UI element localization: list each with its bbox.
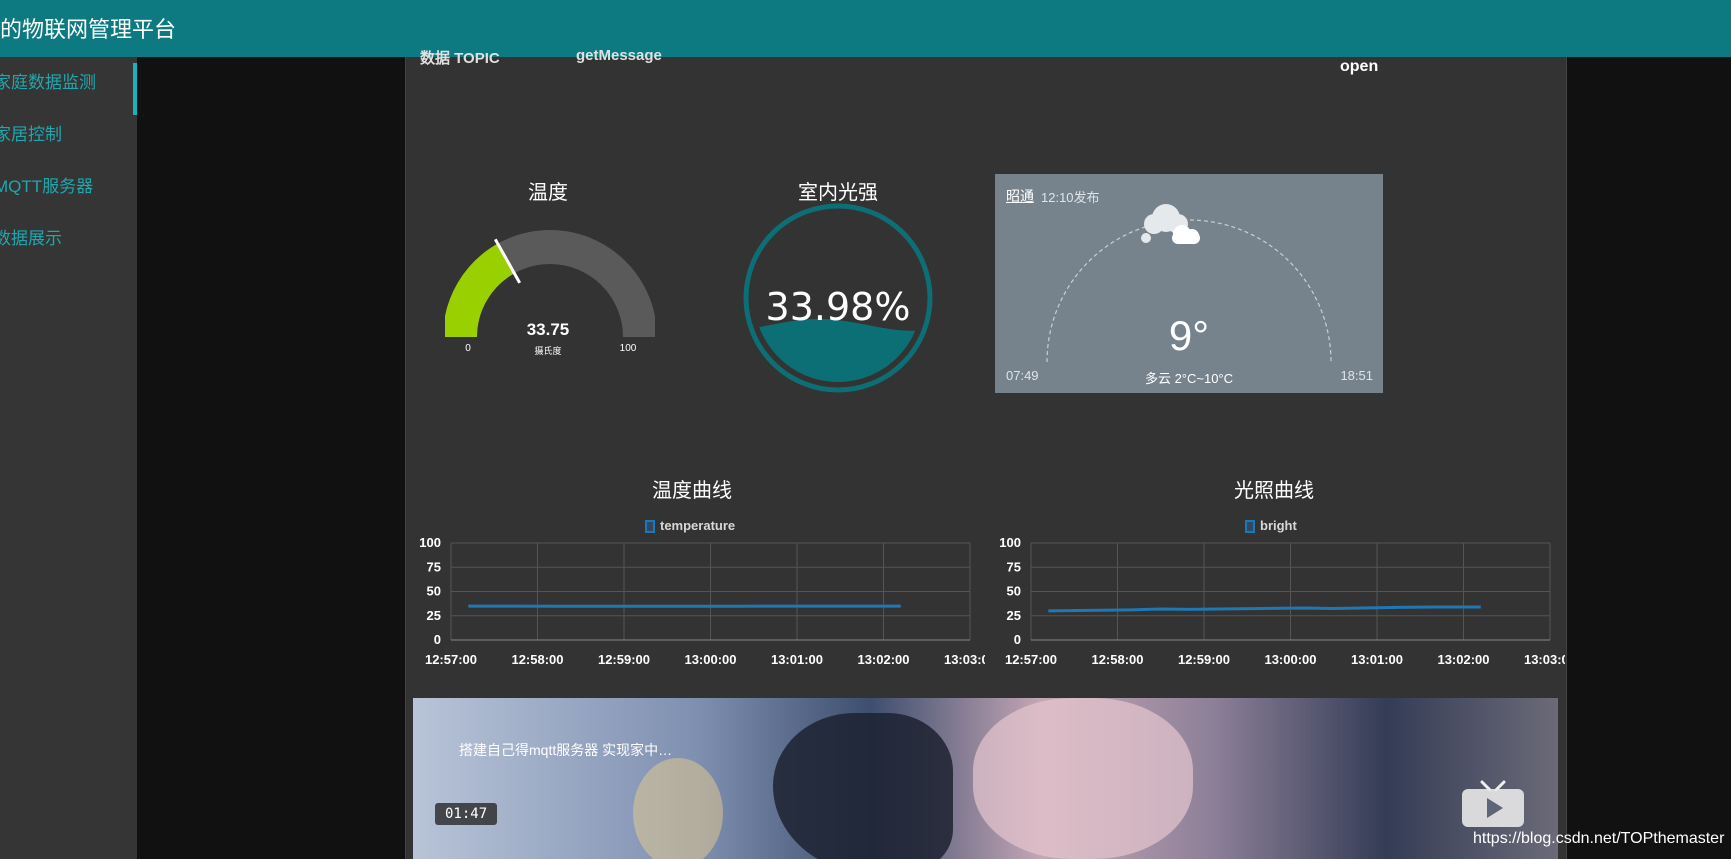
light-legend[interactable]: bright bbox=[1245, 518, 1297, 533]
light-gauge-title: 室内光强 bbox=[798, 182, 878, 204]
x-tick-label: 13:03:00 bbox=[1524, 652, 1565, 667]
gauge-value: 33.75 bbox=[527, 320, 570, 339]
temperature-gauge: 33.75 摄氏度 0 100 bbox=[445, 230, 655, 357]
sidebar-item-home-monitor[interactable]: 家庭数据监测 bbox=[0, 63, 137, 115]
sidebar-item-label: 家居控制 bbox=[0, 125, 62, 144]
y-tick-label: 75 bbox=[427, 559, 441, 574]
x-tick-label: 12:58:00 bbox=[1091, 652, 1143, 667]
x-tick-label: 13:01:00 bbox=[1351, 652, 1403, 667]
gauge-unit: 摄氏度 bbox=[534, 345, 561, 357]
weather-city-link[interactable]: 昭通 bbox=[1006, 186, 1034, 206]
video-title: 搭建自己得mqtt服务器 实现家中… bbox=[459, 742, 673, 758]
x-tick-label: 12:59:00 bbox=[598, 652, 650, 667]
x-tick-label: 13:01:00 bbox=[771, 652, 823, 667]
x-tick-label: 13:00:00 bbox=[1264, 652, 1316, 667]
x-tick-label: 12:57:00 bbox=[1005, 652, 1057, 667]
y-tick-label: 50 bbox=[1007, 584, 1021, 599]
y-tick-label: 100 bbox=[419, 535, 441, 550]
sidebar-item-home-control[interactable]: 家居控制 bbox=[0, 115, 137, 155]
weather-widget: 昭通 12:10发布 9° 多云 2°C~10°C 07:49 18:51 bbox=[995, 174, 1383, 393]
gauge-min: 0 bbox=[465, 343, 471, 354]
x-tick-label: 13:02:00 bbox=[1437, 652, 1489, 667]
sunrise-time: 07:49 bbox=[1006, 368, 1039, 383]
play-icon[interactable] bbox=[1460, 780, 1526, 828]
cloud-icon bbox=[1141, 204, 1200, 244]
y-tick-label: 100 bbox=[999, 535, 1021, 550]
x-tick-label: 12:59:00 bbox=[1178, 652, 1230, 667]
y-tick-label: 25 bbox=[427, 608, 441, 623]
temperature-gauge-title: 温度 bbox=[528, 182, 568, 204]
x-tick-label: 12:57:00 bbox=[425, 652, 477, 667]
watermark: https://blog.csdn.net/TOPthemaster bbox=[1473, 830, 1725, 847]
x-tick-label: 12:58:00 bbox=[511, 652, 563, 667]
y-tick-label: 75 bbox=[1007, 559, 1021, 574]
video-duration: 01:47 bbox=[435, 803, 498, 825]
weather-temperature: 9° bbox=[1168, 312, 1210, 359]
legend-swatch bbox=[645, 520, 655, 533]
y-tick-label: 0 bbox=[434, 632, 441, 647]
legend-label: temperature bbox=[660, 518, 736, 533]
x-tick-label: 13:03:00 bbox=[944, 652, 985, 667]
x-tick-label: 13:00:00 bbox=[684, 652, 736, 667]
weather-description: 多云 2°C~10°C bbox=[1144, 371, 1234, 386]
sidebar-item-mqtt-server[interactable]: MQTT服务器 bbox=[0, 167, 137, 207]
x-tick-label: 13:02:00 bbox=[857, 652, 909, 667]
y-tick-label: 0 bbox=[1014, 632, 1021, 647]
legend-swatch bbox=[1245, 520, 1255, 533]
app-title: 的物联网管理平台 bbox=[0, 17, 177, 42]
top-bar: 的物联网管理平台 bbox=[0, 0, 1731, 57]
sidebar-item-data-display[interactable]: 数据展示 bbox=[0, 219, 137, 259]
liquid-fill bbox=[754, 318, 922, 382]
sidebar-item-label: 数据展示 bbox=[0, 229, 62, 248]
series-line-bright bbox=[1048, 605, 1481, 613]
active-indicator bbox=[133, 63, 137, 115]
video-preview[interactable]: 搭建自己得mqtt服务器 实现家中… 01:47 bbox=[413, 698, 1558, 859]
y-tick-label: 25 bbox=[1007, 608, 1021, 623]
sidebar-item-label: 家庭数据监测 bbox=[0, 73, 96, 92]
temperature-legend[interactable]: temperature bbox=[645, 518, 735, 533]
sidebar: 家庭数据监测 家居控制 MQTT服务器 数据展示 bbox=[0, 57, 137, 859]
y-tick-label: 50 bbox=[427, 584, 441, 599]
light-level-gauge: 33.98% bbox=[743, 203, 933, 393]
weather-published: 12:10发布 bbox=[1041, 190, 1100, 205]
gauge-max: 100 bbox=[620, 343, 637, 354]
topic-label: 数据 TOPIC bbox=[420, 50, 500, 67]
sidebar-item-label: MQTT服务器 bbox=[0, 177, 94, 196]
light-chart-title: 光照曲线 bbox=[1234, 480, 1314, 502]
temperature-chart-title: 温度曲线 bbox=[652, 480, 732, 502]
message-label: getMessage bbox=[576, 47, 662, 64]
light-value: 33.98% bbox=[766, 285, 911, 329]
sunset-time: 18:51 bbox=[1340, 368, 1373, 383]
temperature-line-chart: 0 25 50 75 100 12:57:00 12:58:00 12:59:00 13:00:… bbox=[419, 535, 985, 667]
light-line-chart: 0 25 50 75 100 12:57:00 12:58:00 12:59:00 13:00:… bbox=[999, 535, 1565, 667]
legend-label: bright bbox=[1260, 518, 1297, 533]
status-label: open bbox=[1340, 58, 1379, 75]
gauge-fill bbox=[445, 243, 515, 338]
